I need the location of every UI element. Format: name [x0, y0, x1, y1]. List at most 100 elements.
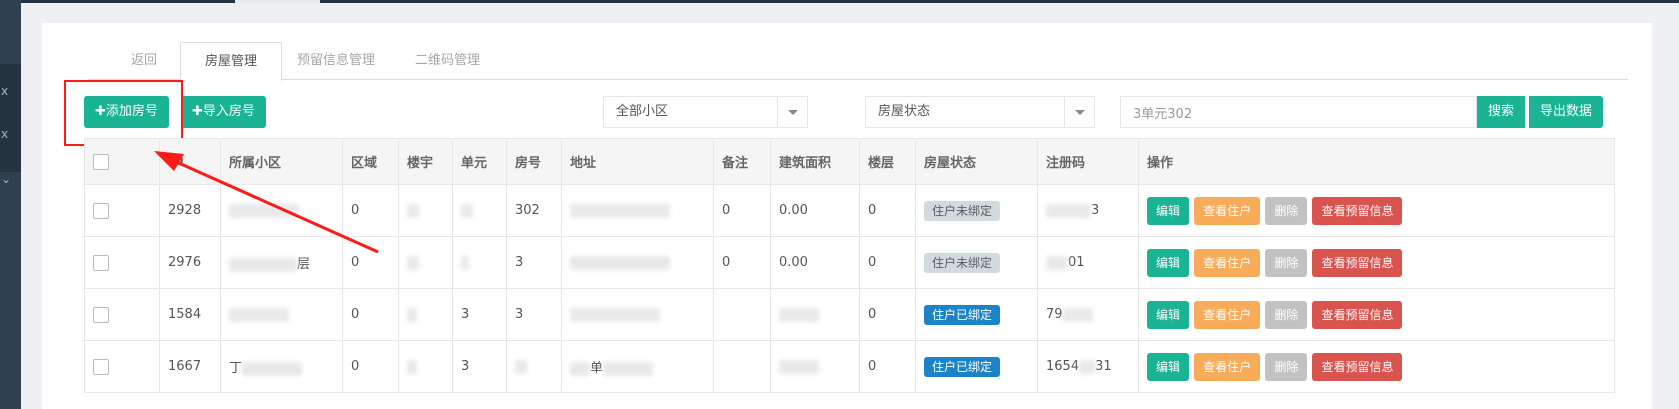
cell-room — [506, 340, 562, 393]
top-nav-bar — [21, 0, 1679, 3]
table-header-row: ID 所属小区 区域 楼宇 单元 房号 地址 备注 建筑面积 楼层 房屋状态 注… — [84, 138, 1615, 185]
sidebar-expand-icon[interactable]: ⌄ — [0, 172, 21, 186]
redacted-text — [570, 203, 670, 218]
edit-button[interactable]: 编辑 — [1147, 196, 1190, 225]
row-checkbox[interactable] — [93, 358, 109, 375]
tab-house-management[interactable]: 房屋管理 — [180, 42, 283, 81]
house-table: ID 所属小区 区域 楼宇 单元 房号 地址 备注 建筑面积 楼层 房屋状态 注… — [84, 138, 1615, 393]
cell-note: 0 — [713, 236, 771, 289]
cell-actions: 编辑 查看住户 删除 查看预留信息 — [1138, 236, 1615, 289]
cell-note: 0 — [713, 184, 771, 237]
cell-area: 0 — [342, 236, 399, 289]
cell-address: 单 — [561, 340, 714, 393]
view-residents-button[interactable]: 查看住户 — [1194, 196, 1261, 225]
cell-address — [561, 288, 714, 341]
community-select[interactable]: 全部小区 — [603, 96, 808, 128]
cell-building — [398, 184, 453, 237]
redacted-text — [229, 203, 299, 218]
cell-community — [220, 288, 343, 341]
status-badge: 住户已绑定 — [924, 304, 1001, 325]
redacted-text — [1062, 307, 1093, 322]
redacted-text — [407, 203, 419, 218]
delete-button[interactable]: 删除 — [1265, 196, 1308, 225]
cell-id: 1667 — [159, 340, 221, 393]
table-row: 1667 丁 0 3 单 0 住户已绑定 1654 31 编辑 查看住户 删除 查… — [84, 340, 1615, 393]
status-badge: 住户未绑定 — [924, 200, 1001, 221]
delete-button[interactable]: 删除 — [1265, 248, 1308, 277]
sidebar-item-mark[interactable]: x — [0, 127, 21, 141]
cell-floor: 0 — [859, 288, 916, 341]
main-panel: 返回 房屋管理 预留信息管理 二维码管理 ✚添加房号 ✚导入房号 全部小区 房屋… — [42, 23, 1652, 409]
view-reserved-button[interactable]: 查看预留信息 — [1312, 352, 1403, 381]
cell-floor-area — [770, 340, 860, 393]
cell-room: 302 — [506, 184, 562, 237]
row-checkbox[interactable] — [93, 254, 109, 271]
redacted-text — [461, 255, 469, 270]
cell-id: 1584 — [159, 288, 221, 341]
column-header[interactable]: ID — [159, 138, 221, 185]
search-button[interactable]: 搜索 — [1477, 96, 1526, 128]
cell-floor-area: 0.00 — [770, 184, 860, 237]
redacted-text — [407, 359, 417, 374]
edit-button[interactable]: 编辑 — [1147, 352, 1190, 381]
tab-back[interactable]: 返回 — [131, 42, 157, 80]
cell-area: 0 — [342, 184, 399, 237]
cell-unit: 3 — [452, 340, 507, 393]
sidebar: x x ⌄ — [0, 0, 21, 409]
row-checkbox[interactable] — [93, 202, 109, 219]
column-header: 所属小区 — [220, 138, 343, 185]
view-reserved-button[interactable]: 查看预留信息 — [1312, 300, 1403, 329]
cell-room: 3 — [506, 236, 562, 289]
redacted-text — [229, 257, 297, 272]
row-checkbox[interactable] — [93, 306, 109, 323]
table-row: 1584 0 3 3 0 住户已绑定 79 编辑 查看住户 删除 查看预留信息 — [84, 288, 1615, 341]
cell-community: 丁 — [220, 340, 343, 393]
column-header: 区域 — [342, 138, 399, 185]
cell-community: 层 — [220, 236, 343, 289]
tab-reserved-info[interactable]: 预留信息管理 — [297, 42, 375, 80]
cell-note — [713, 288, 771, 341]
status-badge: 住户未绑定 — [924, 252, 1001, 273]
cell-unit — [452, 236, 507, 289]
highlight-box — [64, 80, 183, 146]
cell-floor-area — [770, 288, 860, 341]
status-badge: 住户已绑定 — [924, 356, 1001, 377]
view-residents-button[interactable]: 查看住户 — [1194, 300, 1261, 329]
search-input[interactable] — [1120, 96, 1477, 128]
cell-area: 0 — [342, 340, 399, 393]
view-residents-button[interactable]: 查看住户 — [1194, 248, 1261, 277]
status-select-value: 房屋状态 — [878, 104, 931, 119]
redacted-text — [407, 255, 419, 270]
redacted-text — [515, 359, 527, 374]
top-nav-active-tab[interactable] — [235, 0, 320, 3]
edit-button[interactable]: 编辑 — [1147, 248, 1190, 277]
cell-address — [561, 184, 714, 237]
redacted-text — [779, 359, 819, 374]
redacted-text — [461, 203, 473, 218]
redacted-text — [570, 361, 590, 376]
select-all-checkbox[interactable] — [93, 153, 109, 170]
cell-note — [713, 340, 771, 393]
sidebar-item-mark[interactable]: x — [0, 84, 21, 98]
tab-qrcode[interactable]: 二维码管理 — [415, 42, 480, 80]
column-header: 地址 — [561, 138, 714, 185]
cell-actions: 编辑 查看住户 删除 查看预留信息 — [1138, 184, 1615, 237]
cell-code-tail: 3 — [1091, 203, 1100, 218]
view-residents-button[interactable]: 查看住户 — [1194, 352, 1261, 381]
sidebar-active-band — [0, 64, 21, 172]
cell-area: 0 — [342, 288, 399, 341]
redacted-text — [570, 255, 670, 270]
redacted-text — [229, 307, 289, 322]
delete-button[interactable]: 删除 — [1265, 352, 1308, 381]
export-data-button[interactable]: 导出数据 — [1529, 96, 1604, 128]
import-house-button[interactable]: ✚导入房号 — [181, 96, 266, 128]
column-header: 房屋状态 — [915, 138, 1038, 185]
delete-button[interactable]: 删除 — [1265, 300, 1308, 329]
view-reserved-button[interactable]: 查看预留信息 — [1312, 248, 1403, 277]
redacted-text — [1046, 255, 1068, 270]
column-header: 楼层 — [859, 138, 916, 185]
view-reserved-button[interactable]: 查看预留信息 — [1312, 196, 1403, 225]
redacted-text — [242, 361, 303, 376]
house-status-select[interactable]: 房屋状态 — [865, 96, 1095, 128]
edit-button[interactable]: 编辑 — [1147, 300, 1190, 329]
